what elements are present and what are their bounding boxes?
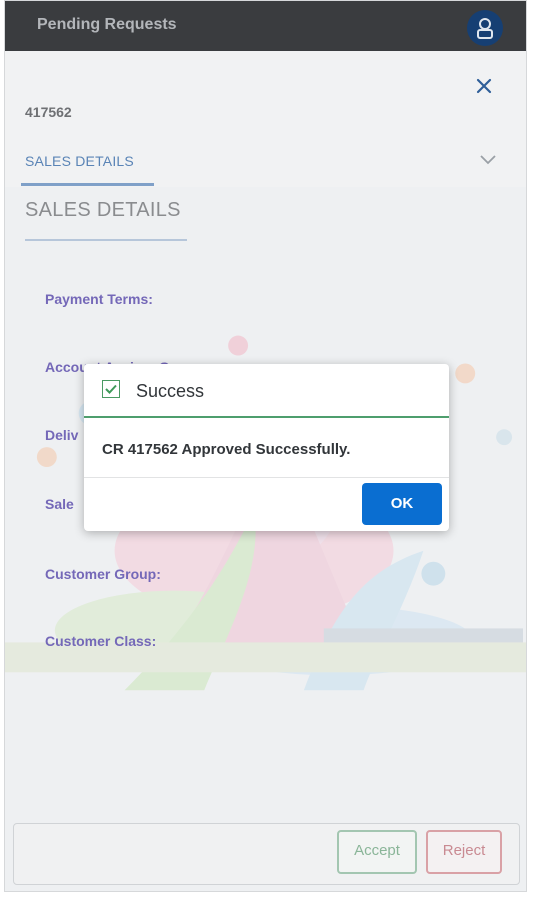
field-label-customer-class: Customer Class: <box>45 633 157 649</box>
field-label-delivery: Deliv <box>45 427 79 443</box>
object-header: 417562 SALES DETAILS <box>5 51 526 187</box>
chevron-down-icon[interactable] <box>479 153 497 171</box>
field-label-customer-group: Customer Group: <box>45 566 161 582</box>
dialog-header: Success <box>84 364 449 418</box>
ok-button[interactable]: OK <box>362 483 442 525</box>
section-title: SALES DETAILS <box>25 199 181 221</box>
field-label-sales: Sale <box>45 496 74 512</box>
field-label-payment-terms: Payment Terms: <box>45 291 153 307</box>
dialog-message: CR 417562 Approved Successfully. <box>102 441 351 458</box>
reject-button[interactable]: Reject <box>426 830 502 874</box>
tab-selected-indicator <box>21 183 154 186</box>
close-icon[interactable] <box>473 75 495 97</box>
header-title: Pending Requests <box>37 16 177 33</box>
user-avatar-icon[interactable] <box>467 10 503 46</box>
tab-sales-details[interactable]: SALES DETAILS <box>25 153 134 169</box>
success-dialog: Success CR 417562 Approved Successfully.… <box>84 364 449 531</box>
accept-button[interactable]: Accept <box>337 830 417 874</box>
object-number: 417562 <box>25 104 72 120</box>
dialog-title: Success <box>136 381 205 401</box>
app-header: Pending Requests <box>5 1 526 51</box>
section-divider <box>25 239 187 241</box>
checkbox-checked-icon <box>102 380 120 398</box>
